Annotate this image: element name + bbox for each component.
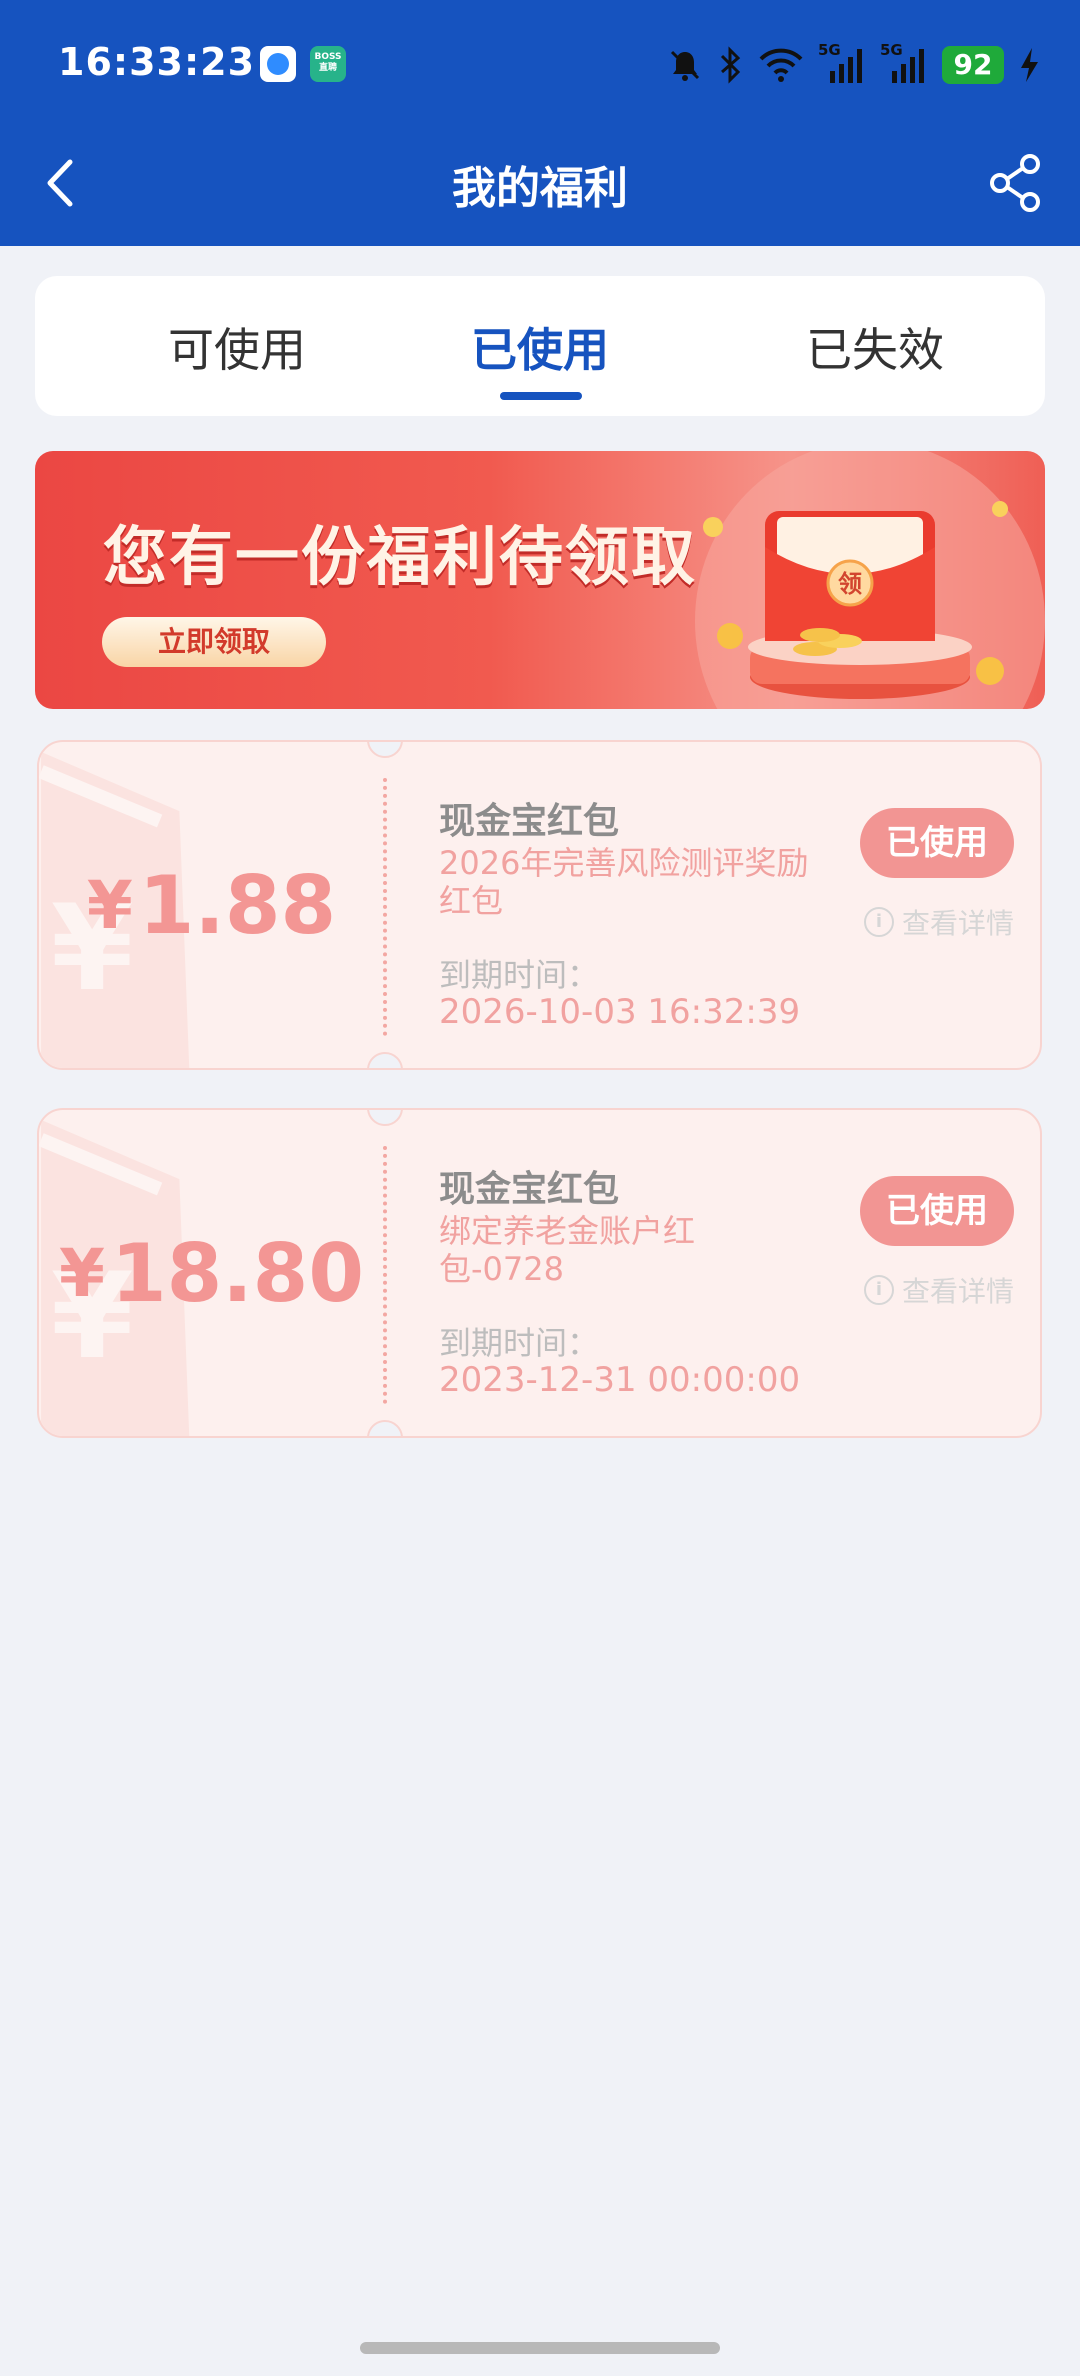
status-time: 16:33:23	[58, 40, 256, 84]
boss-app-icon: BOSS直聘	[310, 46, 346, 82]
coupon-name: 现金宝红包	[439, 1169, 620, 1210]
cell-signal-2-icon: 5G	[880, 41, 928, 85]
tab-available[interactable]: 可使用	[87, 314, 387, 380]
view-detail-link[interactable]: i 查看详情	[863, 1270, 1014, 1310]
cell-signal-1-icon: 5G	[818, 41, 866, 85]
signal-label-2: 5G	[880, 41, 903, 59]
tab-bar: 可使用 已使用 已失效	[35, 276, 1045, 416]
expiry-label: 到期时间：	[439, 956, 600, 994]
view-detail-link[interactable]: i 查看详情	[863, 902, 1014, 942]
status-bar: 16:33:23 BOSS直聘 5G 5G 92	[0, 0, 1080, 130]
coupon-name: 现金宝红包	[439, 801, 620, 842]
mute-bell-icon	[670, 50, 700, 81]
view-detail-text: 查看详情	[901, 907, 1014, 940]
tab-expired[interactable]: 已失效	[725, 314, 1025, 380]
red-envelope-illustration: 领	[695, 451, 1045, 709]
ticket-perforation	[383, 1146, 387, 1404]
charging-icon	[1021, 48, 1038, 82]
bluetooth-icon	[720, 46, 741, 84]
currency-symbol: ¥	[59, 1234, 105, 1312]
expiry-label: 到期时间：	[439, 1324, 600, 1362]
signal-label-1: 5G	[818, 41, 841, 59]
status-icons: 5G 5G 92	[666, 40, 1040, 90]
browser-app-icon	[260, 46, 296, 82]
wifi-icon	[759, 48, 803, 82]
coupon-amount: ¥18.80	[39, 1110, 384, 1436]
coupon-amount: ¥1.88	[39, 742, 384, 1068]
home-indicator[interactable]	[360, 2342, 720, 2354]
expiry-time: 2023-12-31 00:00:00	[439, 1360, 801, 1400]
view-detail-text: 查看详情	[901, 1275, 1014, 1308]
amount-value: 18.80	[110, 1226, 364, 1320]
coupon-description: 绑定养老金账户红包-0728	[439, 1212, 696, 1288]
currency-symbol: ¥	[86, 866, 133, 944]
info-icon: i	[863, 1275, 894, 1305]
ticket-perforation	[383, 778, 387, 1036]
tab-used[interactable]: 已使用	[390, 314, 690, 380]
coupon-card: ¥ ¥18.80 现金宝红包 绑定养老金账户红包-0728 到期时间： 2023…	[37, 1108, 1042, 1438]
coupon-description: 2026年完善风险测评奖励红包	[439, 844, 809, 920]
used-status-button[interactable]: 已使用	[860, 808, 1014, 878]
tab-active-indicator	[500, 392, 582, 400]
page-title: 我的福利	[452, 163, 628, 214]
envelope-badge: 领	[838, 570, 862, 598]
amount-value: 1.88	[138, 858, 337, 952]
coupon-card: ¥ ¥1.88 现金宝红包 2026年完善风险测评奖励红包 到期时间： 2026…	[37, 740, 1042, 1070]
banner-title: 您有一份福利待领取	[103, 521, 697, 595]
claim-now-button[interactable]: 立即领取	[102, 617, 326, 667]
share-icon[interactable]	[986, 150, 1044, 216]
info-icon: i	[863, 907, 894, 937]
expiry-time: 2026-10-03 16:32:39	[439, 992, 801, 1032]
app-header: 16:33:23 BOSS直聘 5G 5G 92 我的福利	[0, 0, 1080, 246]
welfare-banner[interactable]: 您有一份福利待领取 立即领取 领	[35, 451, 1045, 709]
battery-level: 92	[942, 46, 1004, 84]
used-status-button[interactable]: 已使用	[860, 1176, 1014, 1246]
